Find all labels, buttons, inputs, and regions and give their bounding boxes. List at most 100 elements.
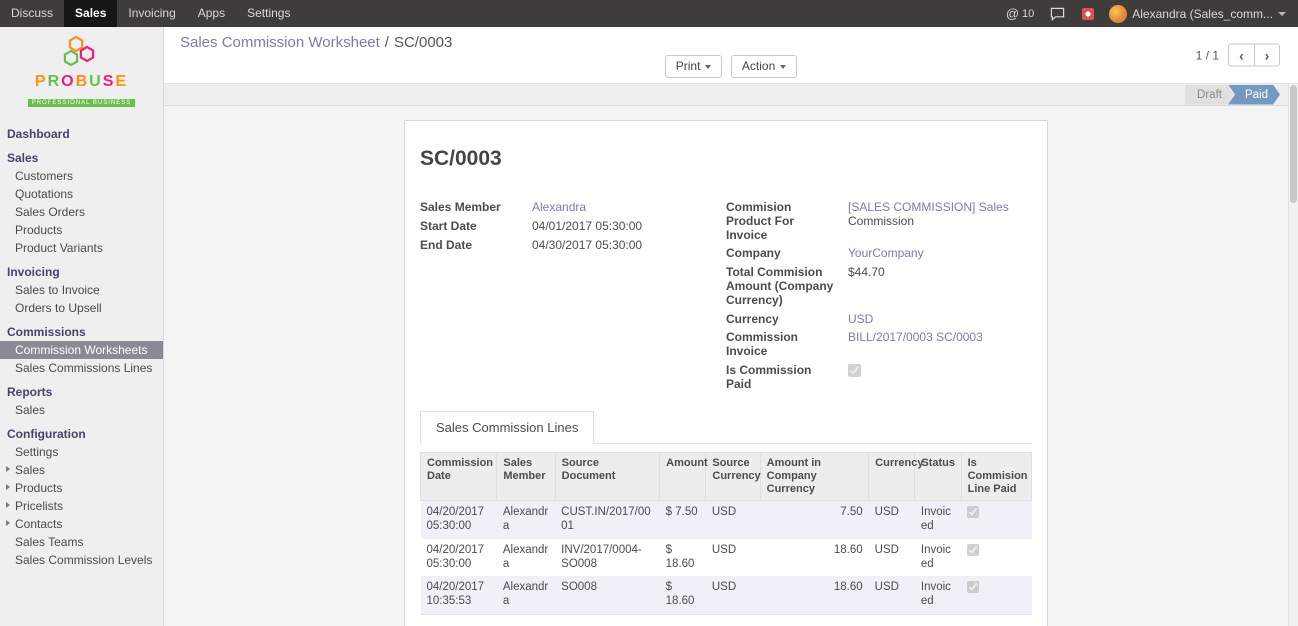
end-date-value: 04/30/2017 05:30:00 xyxy=(532,238,642,252)
chat-bubble-icon xyxy=(1050,7,1065,21)
app-menu: Discuss Sales Invoicing Apps Settings xyxy=(0,0,301,27)
activities-button[interactable]: @ 10 xyxy=(998,0,1042,27)
field-label-company: Company xyxy=(726,247,848,261)
sidebar: PROBUSE PROFESSIONAL BUSINESS Dashboard … xyxy=(0,27,164,626)
col-currency[interactable]: Currency xyxy=(869,452,915,501)
company-logo: PROBUSE PROFESSIONAL BUSINESS xyxy=(0,27,163,119)
col-commission-date[interactable]: Commission Date xyxy=(421,452,497,501)
sales-member-link[interactable]: Alexandra xyxy=(532,200,586,214)
status-draft[interactable]: Draft xyxy=(1185,85,1234,105)
commission-invoice-link[interactable]: BILL/2017/0003 SC/0003 xyxy=(848,330,983,344)
field-label-commission-invoice: Commission Invoice xyxy=(726,331,848,359)
table-header-row: Commission Date Sales Member Source Docu… xyxy=(421,452,1032,501)
menu-apps[interactable]: Apps xyxy=(187,0,236,27)
section-configuration[interactable]: Configuration xyxy=(0,425,163,443)
tab-sales-commission-lines[interactable]: Sales Commission Lines xyxy=(420,411,594,444)
section-sales[interactable]: Sales xyxy=(0,149,163,167)
breadcrumb-parent-link[interactable]: Sales Commission Worksheet xyxy=(180,34,380,51)
pager-previous-button[interactable]: ‹ xyxy=(1228,44,1254,67)
menu-settings[interactable]: Settings xyxy=(236,0,301,27)
commission-lines-table: Commission Date Sales Member Source Docu… xyxy=(420,452,1032,626)
expand-arrow-icon xyxy=(6,502,10,508)
line-paid-checkbox xyxy=(967,581,979,593)
table-row[interactable]: 04/20/2017 10:35:53 Alexandra SO008 $ 18… xyxy=(421,576,1032,614)
field-group-right: Commision Product For Invoice [SALES COM… xyxy=(726,201,1032,397)
section-dashboard[interactable]: Dashboard xyxy=(0,125,163,143)
activities-icon: @ xyxy=(1006,6,1019,21)
commission-product-link[interactable]: [SALES COMMISSION] Sales xyxy=(848,200,1009,214)
col-is-commission-line-paid[interactable]: Is Commision Line Paid xyxy=(961,452,1031,501)
form-view: SC/0003 Sales Member Alexandra Start Dat… xyxy=(164,106,1298,626)
sidebar-item-config-contacts[interactable]: Contacts xyxy=(0,515,163,533)
total-commission-value: $44.70 xyxy=(848,265,885,279)
notebook-tabs: Sales Commission Lines xyxy=(420,411,1032,444)
company-link[interactable]: YourCompany xyxy=(848,246,924,260)
section-reports[interactable]: Reports xyxy=(0,383,163,401)
col-sales-member[interactable]: Sales Member xyxy=(497,452,555,501)
activities-count: 10 xyxy=(1022,8,1034,20)
section-invoicing[interactable]: Invoicing xyxy=(0,263,163,281)
pager-value: 1 / 1 xyxy=(1196,48,1219,62)
col-source-currency[interactable]: Source Currency xyxy=(706,452,760,501)
caret-down-icon xyxy=(705,65,711,69)
systray-extra-button[interactable] xyxy=(1073,0,1103,27)
pager: 1 / 1 ‹ › xyxy=(1196,44,1280,67)
breadcrumb-current: SC/0003 xyxy=(394,34,452,51)
logo-subtitle: PROFESSIONAL BUSINESS xyxy=(28,99,135,107)
expand-arrow-icon xyxy=(6,520,10,526)
scrollbar-thumb[interactable] xyxy=(1290,85,1297,203)
currency-link[interactable]: USD xyxy=(848,312,873,326)
col-amount[interactable]: Amount xyxy=(660,452,706,501)
breadcrumb: Sales Commission Worksheet/SC/0003 xyxy=(180,34,1282,51)
sidebar-menu: Dashboard Sales Customers Quotations Sal… xyxy=(0,125,163,569)
expand-arrow-icon xyxy=(6,484,10,490)
sidebar-item-reports-sales[interactable]: Sales xyxy=(0,401,163,419)
col-status[interactable]: Status xyxy=(915,452,961,501)
sidebar-item-sales-commission-levels[interactable]: Sales Commission Levels xyxy=(0,551,163,569)
logo-hexagons-icon xyxy=(60,35,104,68)
systray-extra-icon xyxy=(1081,7,1095,21)
sidebar-item-products[interactable]: Products xyxy=(0,221,163,239)
avatar xyxy=(1109,5,1127,23)
sidebar-item-sales-to-invoice[interactable]: Sales to Invoice xyxy=(0,281,163,299)
caret-down-icon xyxy=(1278,12,1286,16)
field-label-end-date: End Date xyxy=(420,239,532,253)
sidebar-item-sales-teams[interactable]: Sales Teams xyxy=(0,533,163,551)
record-title: SC/0003 xyxy=(420,147,1032,171)
menu-sales[interactable]: Sales xyxy=(64,0,117,27)
messages-button[interactable] xyxy=(1042,0,1073,27)
sidebar-item-settings[interactable]: Settings xyxy=(0,443,163,461)
sidebar-item-sales-orders[interactable]: Sales Orders xyxy=(0,203,163,221)
sidebar-item-config-pricelists[interactable]: Pricelists xyxy=(0,497,163,515)
vertical-scrollbar[interactable] xyxy=(1288,84,1298,626)
sidebar-item-commission-worksheets[interactable]: Commission Worksheets xyxy=(0,341,163,359)
user-name: Alexandra (Sales_comm... xyxy=(1132,7,1273,21)
sidebar-item-quotations[interactable]: Quotations xyxy=(0,185,163,203)
sidebar-item-config-products[interactable]: Products xyxy=(0,479,163,497)
user-menu[interactable]: Alexandra (Sales_comm... xyxy=(1103,0,1292,27)
commission-product-rest: Commission xyxy=(848,214,914,228)
col-amount-company-currency[interactable]: Amount in Company Currency xyxy=(760,452,869,501)
menu-invoicing[interactable]: Invoicing xyxy=(117,0,186,27)
sidebar-item-sales-commissions-lines[interactable]: Sales Commissions Lines xyxy=(0,359,163,377)
action-button[interactable]: Action xyxy=(731,55,797,78)
sidebar-item-product-variants[interactable]: Product Variants xyxy=(0,239,163,257)
systray: @ 10 Alexandra (Sales_comm... xyxy=(998,0,1298,27)
print-button[interactable]: Print xyxy=(665,55,723,78)
is-commission-paid-checkbox xyxy=(848,364,861,377)
sidebar-item-orders-to-upsell[interactable]: Orders to Upsell xyxy=(0,299,163,317)
table-row[interactable]: 04/20/2017 05:30:00 Alexandra CUST.IN/20… xyxy=(421,501,1032,539)
statusbar: Draft Paid xyxy=(164,84,1298,106)
col-source-document[interactable]: Source Document xyxy=(555,452,660,501)
sidebar-item-customers[interactable]: Customers xyxy=(0,167,163,185)
status-paid[interactable]: Paid xyxy=(1228,85,1280,105)
sidebar-item-config-sales[interactable]: Sales xyxy=(0,461,163,479)
pager-next-button[interactable]: › xyxy=(1254,44,1280,67)
table-row[interactable]: 04/20/2017 05:30:00 Alexandra INV/2017/0… xyxy=(421,539,1032,577)
form-sheet: SC/0003 Sales Member Alexandra Start Dat… xyxy=(404,120,1048,626)
line-paid-checkbox xyxy=(967,506,979,518)
caret-down-icon xyxy=(780,65,786,69)
control-panel: Sales Commission Worksheet/SC/0003 Print… xyxy=(164,27,1298,84)
section-commissions[interactable]: Commissions xyxy=(0,323,163,341)
menu-discuss[interactable]: Discuss xyxy=(0,0,64,27)
